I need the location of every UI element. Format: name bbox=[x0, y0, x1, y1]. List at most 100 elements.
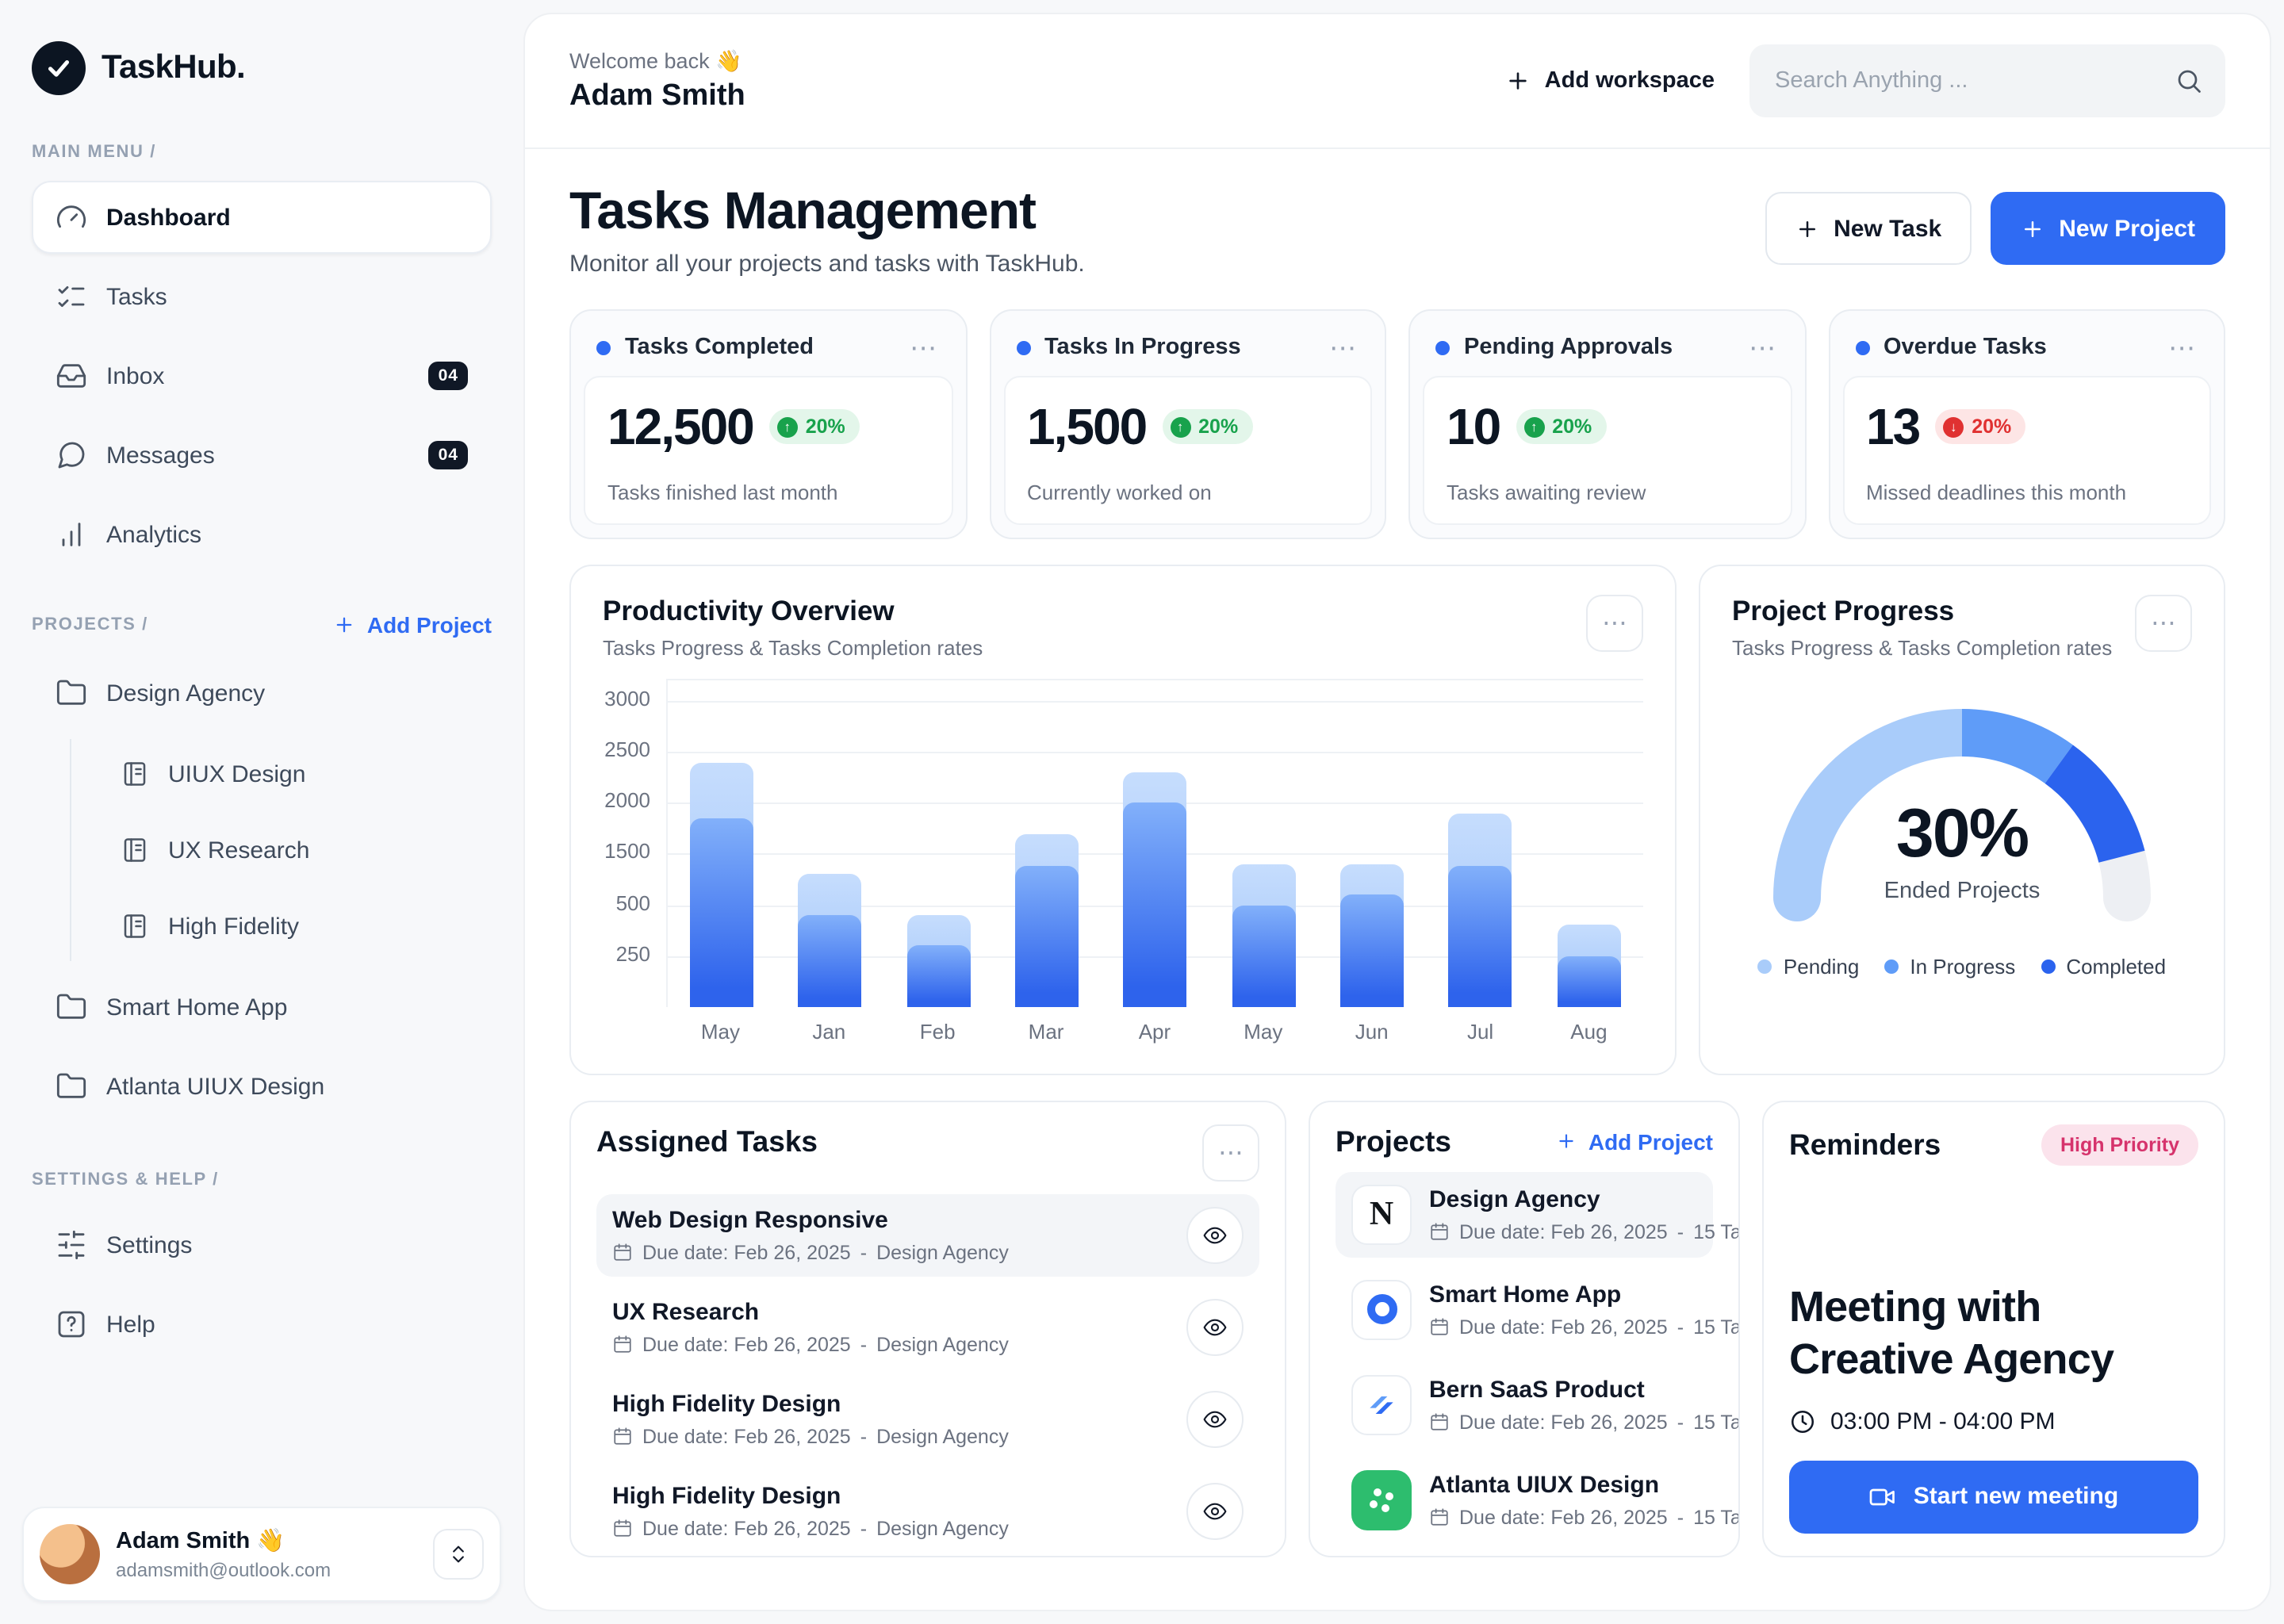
trend-arrow-icon: ↓ bbox=[1943, 417, 1964, 438]
search-input[interactable] bbox=[1749, 44, 2225, 117]
reminders-card: Reminders High Priority Meeting with Cre… bbox=[1762, 1101, 2225, 1557]
calendar-icon bbox=[1429, 1507, 1450, 1528]
sidebar-item-help[interactable]: Help bbox=[32, 1288, 492, 1361]
sidebar-item-label: Help bbox=[106, 1311, 155, 1338]
task-row[interactable]: Web Design Responsive Due date: Feb 26, … bbox=[596, 1194, 1259, 1277]
ellipsis-icon[interactable]: ⋯ bbox=[1326, 335, 1359, 362]
view-task-button[interactable] bbox=[1186, 1391, 1244, 1448]
avatar bbox=[40, 1524, 100, 1584]
content: Tasks Management Monitor all your projec… bbox=[525, 149, 2270, 1580]
legend-dot-icon bbox=[2041, 959, 2055, 974]
sidebar-add-project-button[interactable]: Add Project bbox=[334, 612, 492, 638]
card-title: Assigned Tasks bbox=[596, 1124, 818, 1159]
sidebar-item-analytics[interactable]: Analytics bbox=[32, 498, 492, 571]
project-tasks-count: 15 Tasks bbox=[1693, 1316, 1740, 1339]
legend-dot-icon bbox=[1884, 959, 1899, 974]
project-tasks-count: 15 Tasks bbox=[1693, 1411, 1740, 1434]
project-due: Due date: Feb 26, 2025 bbox=[1459, 1411, 1668, 1434]
stat-caption: Missed deadlines this month bbox=[1866, 481, 2187, 504]
project-row-partial[interactable] bbox=[1336, 1553, 1713, 1557]
project-row[interactable]: N Design Agency Due date: Feb 26, 2025 -… bbox=[1336, 1172, 1713, 1258]
sliders-icon bbox=[56, 1229, 87, 1261]
project-due: Due date: Feb 26, 2025 bbox=[1459, 1221, 1668, 1243]
sidebar-item-label: Analytics bbox=[106, 521, 201, 548]
assigned-tasks-card: Assigned Tasks ⋯ Web Design Responsive D… bbox=[569, 1101, 1286, 1557]
sidebar-project-design-agency[interactable]: Design Agency bbox=[32, 657, 492, 730]
project-row[interactable]: Atlanta UIUX Design Due date: Feb 26, 20… bbox=[1336, 1457, 1713, 1543]
user-card[interactable]: Adam Smith 👋 adamsmith@outlook.com bbox=[22, 1507, 501, 1602]
ellipsis-icon[interactable]: ⋯ bbox=[2165, 335, 2198, 362]
sidebar-item-label: Messages bbox=[106, 442, 215, 469]
ellipsis-icon[interactable]: ⋯ bbox=[1746, 335, 1779, 362]
sidebar-item-settings[interactable]: Settings bbox=[32, 1208, 492, 1281]
stat-value: 10 bbox=[1447, 398, 1500, 457]
task-project: Design Agency bbox=[876, 1518, 1009, 1540]
y-axis: 3000250020001500500250 bbox=[603, 679, 666, 1005]
sidebar: TaskHub. MAIN MENU / Dashboard Tasks Inb… bbox=[0, 0, 523, 1624]
message-icon bbox=[56, 439, 87, 471]
start-meeting-button[interactable]: Start new meeting bbox=[1789, 1461, 2198, 1534]
ellipsis-icon[interactable]: ⋯ bbox=[1586, 595, 1643, 652]
view-task-button[interactable] bbox=[1186, 1207, 1244, 1264]
page-subtitle: Monitor all your projects and tasks with… bbox=[569, 251, 1085, 278]
new-project-button[interactable]: New Project bbox=[1991, 193, 2225, 266]
new-task-button[interactable]: New Task bbox=[1765, 193, 1972, 266]
chart-subtitle: Tasks Progress & Tasks Completion rates bbox=[603, 636, 983, 660]
sidebar-item-dashboard[interactable]: Dashboard bbox=[32, 181, 492, 254]
ellipsis-icon[interactable]: ⋯ bbox=[906, 335, 940, 362]
project-row[interactable]: Smart Home App Due date: Feb 26, 2025 - … bbox=[1336, 1267, 1713, 1353]
separator: - bbox=[860, 1426, 867, 1448]
task-name: Web Design Responsive bbox=[612, 1207, 1009, 1234]
ellipsis-icon[interactable]: ⋯ bbox=[1202, 1124, 1259, 1182]
inbox-count-badge: 04 bbox=[429, 362, 468, 390]
view-task-button[interactable] bbox=[1186, 1483, 1244, 1540]
task-name: High Fidelity Design bbox=[612, 1391, 1009, 1418]
stat-change-badge: ↑20% bbox=[769, 410, 860, 445]
sidebar-item-tasks[interactable]: Tasks bbox=[32, 260, 492, 333]
sidebar-subitem-ux-research[interactable]: UX Research bbox=[97, 815, 492, 885]
project-name: Design Agency bbox=[1429, 1186, 1697, 1213]
stat-card-tasks-in-progress: Tasks In Progress ⋯ 1,500 ↑20% Currently… bbox=[989, 309, 1386, 539]
separator: - bbox=[1677, 1221, 1684, 1243]
projects-card-add-button[interactable]: Add Project bbox=[1557, 1129, 1713, 1155]
chart-title: Productivity Overview bbox=[603, 595, 983, 628]
expand-user-menu-button[interactable] bbox=[433, 1529, 484, 1580]
welcome-text: Welcome back 👋 bbox=[569, 48, 745, 74]
assigned-tasks-list: Web Design Responsive Due date: Feb 26, … bbox=[596, 1194, 1259, 1553]
progress-gauge: 30% Ended Projects bbox=[1748, 676, 2176, 933]
stat-label: Overdue Tasks bbox=[1884, 335, 2047, 361]
card-title: Reminders bbox=[1789, 1128, 1941, 1162]
view-task-button[interactable] bbox=[1186, 1299, 1244, 1356]
sidebar-project-atlanta-uiux[interactable]: Atlanta UIUX Design bbox=[32, 1050, 492, 1123]
search-icon[interactable] bbox=[2175, 44, 2203, 117]
sidebar-subitem-uiux-design[interactable]: UIUX Design bbox=[97, 739, 492, 809]
sidebar-item-label: Smart Home App bbox=[106, 994, 287, 1021]
stat-card-tasks-completed: Tasks Completed ⋯ 12,500 ↑20% Tasks fini… bbox=[569, 309, 967, 539]
task-row[interactable]: UX Research Due date: Feb 26, 2025 - Des… bbox=[596, 1286, 1259, 1369]
chart-title: Project Progress bbox=[1732, 595, 2112, 628]
plus-icon bbox=[1505, 68, 1531, 94]
reminder-time: 03:00 PM - 04:00 PM bbox=[1789, 1408, 2198, 1435]
task-row[interactable]: High Fidelity Design Due date: Feb 26, 2… bbox=[596, 1470, 1259, 1553]
user-name: Adam Smith 👋 bbox=[116, 1527, 331, 1554]
sidebar-project-smart-home-app[interactable]: Smart Home App bbox=[32, 971, 492, 1044]
add-workspace-button[interactable]: Add workspace bbox=[1505, 68, 1715, 94]
sidebar-item-inbox[interactable]: Inbox 04 bbox=[32, 339, 492, 412]
messages-count-badge: 04 bbox=[429, 441, 468, 469]
ellipsis-icon[interactable]: ⋯ bbox=[2135, 595, 2192, 652]
sidebar-item-messages[interactable]: Messages 04 bbox=[32, 419, 492, 492]
settings-section-label: SETTINGS & HELP / bbox=[32, 1170, 492, 1189]
stat-change-badge: ↑20% bbox=[1516, 410, 1606, 445]
task-row[interactable]: High Fidelity Design Due date: Feb 26, 2… bbox=[596, 1378, 1259, 1461]
separator: - bbox=[1677, 1316, 1684, 1339]
sidebar-subitem-high-fidelity[interactable]: High Fidelity bbox=[97, 891, 492, 961]
taskhub-logo-icon bbox=[32, 41, 86, 95]
brand-name: TaskHub. bbox=[102, 49, 245, 87]
gauge-icon bbox=[56, 201, 87, 233]
stat-label: Tasks In Progress bbox=[1044, 335, 1241, 361]
separator: - bbox=[860, 1518, 867, 1540]
stat-value: 1,500 bbox=[1027, 398, 1146, 457]
calendar-icon bbox=[1429, 1317, 1450, 1338]
settings-menu: Settings Help bbox=[32, 1208, 492, 1361]
project-row[interactable]: Bern SaaS Product Due date: Feb 26, 2025… bbox=[1336, 1362, 1713, 1448]
